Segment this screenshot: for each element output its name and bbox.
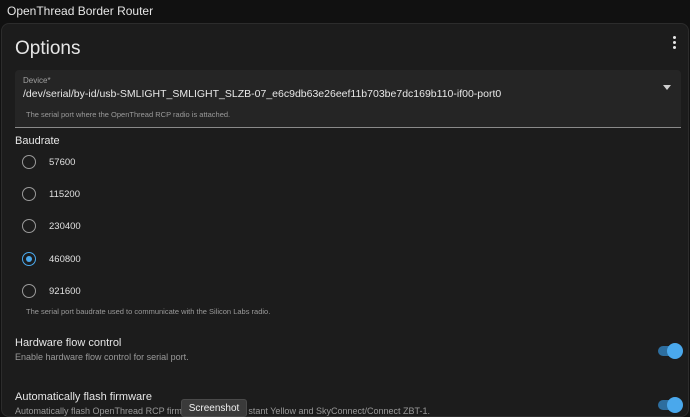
- flow-control-title: Hardware flow control: [15, 337, 122, 349]
- flow-control-description: Enable hardware flow control for serial …: [15, 352, 189, 362]
- radio-label: 57600: [49, 156, 76, 168]
- device-label: Device*: [23, 76, 51, 85]
- device-helper: The serial port where the OpenThread RCP…: [26, 110, 231, 119]
- radio-button-checked[interactable]: [22, 252, 36, 266]
- more-vert-icon[interactable]: [666, 34, 682, 50]
- radio-57600[interactable]: 57600: [22, 151, 222, 173]
- flow-control-switch[interactable]: [658, 343, 683, 359]
- radio-label: 115200: [49, 188, 80, 200]
- baudrate-helper: The serial port baudrate used to communi…: [26, 307, 271, 316]
- radio-460800[interactable]: 460800: [22, 248, 222, 270]
- device-value: /dev/serial/by-id/usb-SMLIGHT_SMLIGHT_SL…: [23, 88, 502, 100]
- radio-button[interactable]: [22, 219, 36, 233]
- radio-button[interactable]: [22, 284, 36, 298]
- app-window: OpenThread Border Router Options Device*…: [0, 0, 690, 417]
- radio-115200[interactable]: 115200: [22, 183, 222, 205]
- baudrate-label: Baudrate: [15, 135, 60, 147]
- caret-down-icon: [663, 85, 671, 90]
- screenshot-tooltip: Screenshot: [181, 399, 247, 417]
- app-title: OpenThread Border Router: [7, 4, 154, 18]
- radio-button[interactable]: [22, 187, 36, 201]
- device-select[interactable]: Device* /dev/serial/by-id/usb-SMLIGHT_SM…: [15, 70, 681, 128]
- auto-flash-description-start: Automatically flash OpenThread RCP firmw: [15, 406, 189, 416]
- radio-button[interactable]: [22, 155, 36, 169]
- auto-flash-switch[interactable]: [658, 397, 683, 413]
- options-card: Options Device* /dev/serial/by-id/usb-SM…: [1, 23, 689, 417]
- radio-921600[interactable]: 921600: [22, 280, 222, 302]
- auto-flash-title: Automatically flash firmware: [15, 391, 152, 403]
- radio-230400[interactable]: 230400: [22, 215, 222, 237]
- radio-label: 921600: [49, 285, 81, 297]
- radio-label: 460800: [49, 253, 81, 265]
- radio-label: 230400: [49, 220, 81, 232]
- card-title: Options: [15, 38, 81, 59]
- auto-flash-description-end: stant Yellow and SkyConnect/Connect ZBT-…: [248, 406, 431, 416]
